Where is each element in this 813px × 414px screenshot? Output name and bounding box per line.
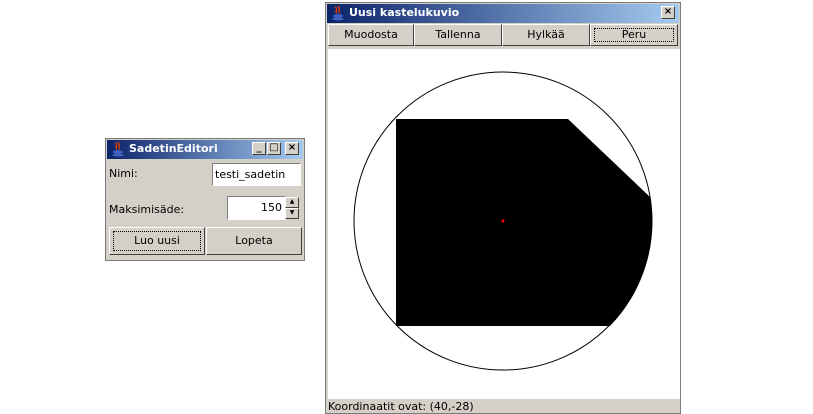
exit-button[interactable]: Lopeta xyxy=(206,227,302,255)
editor-title: SadetinEditori xyxy=(129,142,218,155)
maximize-button[interactable]: □ xyxy=(267,142,281,155)
close-button[interactable]: × xyxy=(285,142,299,155)
name-input[interactable]: testi_sadetin xyxy=(212,163,301,186)
save-button[interactable]: Tallenna xyxy=(414,24,502,46)
pattern-canvas[interactable] xyxy=(328,49,680,399)
java-icon xyxy=(332,6,344,21)
pattern-title: Uusi kastelukuvio xyxy=(349,6,460,19)
form-button[interactable]: Muodosta xyxy=(328,24,414,46)
pattern-window: Uusi kastelukuvio × Muodosta Tallenna Hy… xyxy=(325,2,681,414)
spinner-down-button[interactable]: ▼ xyxy=(285,208,299,219)
spinner-up-button[interactable]: ▲ xyxy=(285,197,299,208)
reject-button[interactable]: Hylkää xyxy=(502,24,590,46)
minimize-button[interactable]: _ xyxy=(252,142,266,155)
java-icon xyxy=(112,142,124,157)
name-label: Nimi: xyxy=(109,167,138,180)
pattern-drawing xyxy=(353,71,653,371)
create-new-button[interactable]: Luo uusi xyxy=(109,227,205,255)
max-radius-input[interactable]: 150 xyxy=(227,196,286,220)
editor-titlebar[interactable]: SadetinEditori _ □ × xyxy=(107,140,303,159)
spray-shape xyxy=(396,119,653,326)
editor-window: SadetinEditori _ □ × Nimi: testi_sadetin… xyxy=(105,138,305,261)
close-button[interactable]: × xyxy=(661,6,675,19)
pattern-titlebar[interactable]: Uusi kastelukuvio × xyxy=(327,4,679,23)
cancel-button[interactable]: Peru xyxy=(590,24,678,46)
center-point xyxy=(501,219,505,223)
status-bar-text: Koordinaatit ovat: (40,-28) xyxy=(328,400,474,413)
max-radius-label: Maksimisäde: xyxy=(109,203,185,216)
